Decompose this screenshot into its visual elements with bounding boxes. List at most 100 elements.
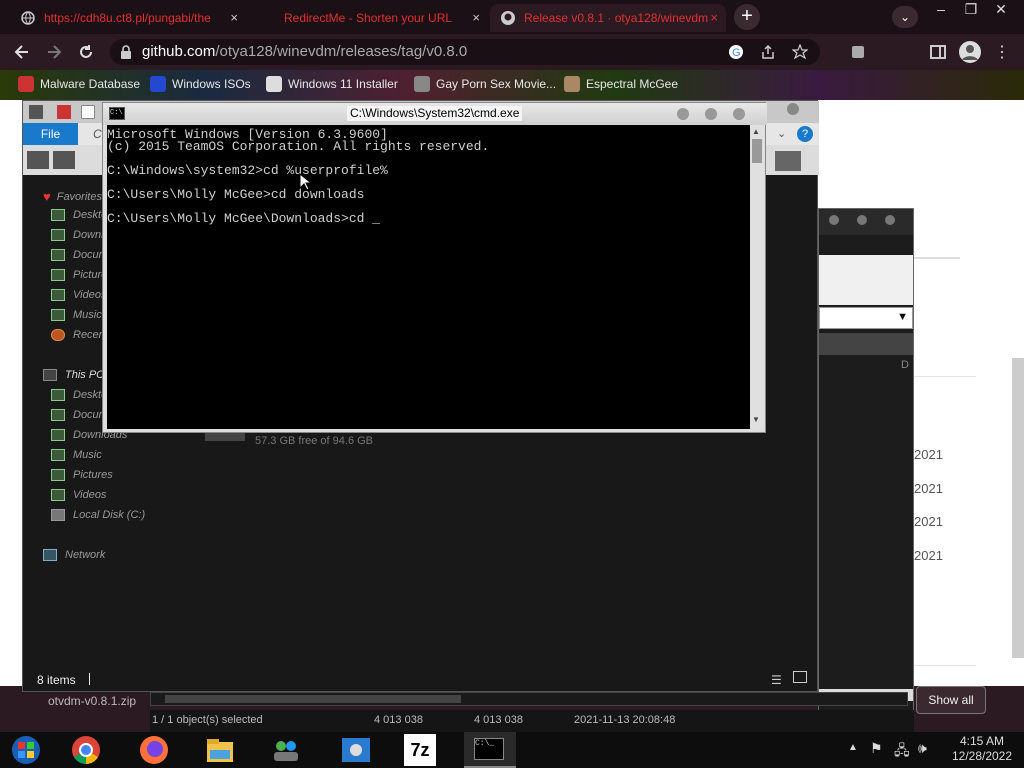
back-arrow-icon[interactable] bbox=[12, 42, 32, 62]
nav-pc-videos[interactable]: Videos bbox=[51, 489, 106, 501]
tab-close-icon[interactable]: × bbox=[472, 10, 480, 25]
address-bar[interactable]: github.com/otya128/winevdm/releases/tag/… bbox=[110, 39, 820, 65]
back-button-icon[interactable] bbox=[27, 151, 49, 169]
bookmark-espectral-mcgee[interactable]: Espectral McGee bbox=[564, 76, 678, 92]
nav-favorite-videos[interactable]: Videos bbox=[51, 289, 106, 301]
ribbon-tab-partial[interactable]: C bbox=[93, 127, 102, 141]
bookmark-gay-porn-sex-movie[interactable]: Gay Porn Sex Movie... bbox=[414, 76, 556, 92]
control-panel-icon[interactable] bbox=[340, 734, 372, 766]
bookmark-label: Espectral McGee bbox=[586, 77, 679, 91]
window-dot-icon[interactable] bbox=[787, 103, 799, 115]
window-dot-icon[interactable] bbox=[885, 215, 895, 225]
bookmark-star-icon[interactable] bbox=[792, 44, 808, 60]
cmd-scrollbar[interactable]: ▲ ▼ bbox=[750, 125, 764, 429]
search-icon[interactable] bbox=[775, 151, 801, 171]
close-dot-icon[interactable] bbox=[733, 108, 745, 120]
help-icon[interactable]: ? bbox=[797, 126, 813, 142]
secondary-window-title bbox=[819, 209, 913, 235]
menu-kebab-icon[interactable]: ⋮ bbox=[994, 42, 1010, 62]
nav-label: Videos bbox=[73, 489, 107, 501]
minimize-dot-icon[interactable] bbox=[677, 108, 689, 120]
bookmark-malware-database[interactable]: Malware Database bbox=[18, 76, 140, 92]
nav-pc-music[interactable]: Music bbox=[51, 449, 102, 461]
chrome-icon[interactable] bbox=[70, 734, 102, 766]
downloads-icon bbox=[51, 429, 65, 441]
scrollbar-thumb[interactable] bbox=[752, 139, 762, 163]
tab-title: https://cdh8u.ct8.pl/pungabi/the bbox=[44, 11, 211, 25]
cmd-titlebar[interactable]: C:\ C:\Windows\System32\cmd.exe bbox=[103, 103, 767, 125]
scrollbar-thumb[interactable] bbox=[165, 695, 461, 703]
download-filename[interactable]: otvdm-v0.8.1.zip bbox=[48, 694, 136, 708]
tiles-view-icon[interactable] bbox=[793, 671, 807, 683]
tab-close-icon[interactable]: × bbox=[710, 10, 718, 25]
bookmark-windows-isos[interactable]: Windows ISOs bbox=[150, 76, 251, 92]
pictures-icon bbox=[51, 269, 65, 281]
network-tray-icon[interactable]: 🖧 bbox=[894, 740, 910, 764]
favorites-label: Favorites bbox=[56, 190, 102, 203]
nav-pc-pictures[interactable]: Pictures bbox=[51, 469, 113, 481]
cmd-window: C:\ C:\Windows\System32\cmd.exe Microsof… bbox=[102, 102, 767, 433]
chevron-down-icon: ▼ bbox=[897, 311, 908, 323]
nav-pc-local-disk[interactable]: Local Disk (C:) bbox=[51, 509, 145, 521]
reload-icon[interactable] bbox=[76, 42, 96, 62]
light-area bbox=[819, 255, 913, 305]
this-pc-label: This PC bbox=[65, 369, 105, 381]
new-folder-icon[interactable] bbox=[81, 105, 95, 119]
extensions-icon[interactable] bbox=[848, 42, 868, 62]
music-icon bbox=[51, 449, 65, 461]
bookmark-label: Windows 11 Installer bbox=[288, 77, 398, 91]
details-view-icon[interactable]: ☰ bbox=[771, 673, 782, 687]
nav-favorite-music[interactable]: Music bbox=[51, 309, 102, 321]
scrollbar-thumb[interactable] bbox=[1012, 358, 1024, 658]
favorites-header[interactable]: ♥ Favorites bbox=[43, 189, 102, 204]
firefox-icon[interactable] bbox=[138, 734, 170, 766]
flag-icon[interactable]: ⚑ bbox=[870, 740, 883, 757]
console-line: C:\Users\Molly McGee>cd downloads bbox=[107, 187, 365, 202]
this-pc-header[interactable]: This PC bbox=[43, 369, 104, 381]
share-icon[interactable] bbox=[760, 44, 776, 60]
clock[interactable]: 4:15 AM 12/28/2022 bbox=[944, 734, 1020, 764]
network-people-icon[interactable] bbox=[270, 734, 302, 766]
taskbar-cmd-active[interactable]: C:\_ bbox=[464, 732, 516, 768]
restore-button[interactable]: ❐ bbox=[954, 0, 988, 20]
forward-button-icon[interactable] bbox=[53, 151, 75, 169]
column-letter: D bbox=[901, 359, 909, 371]
show-all-button[interactable]: Show all bbox=[916, 686, 986, 714]
network-header[interactable]: Network bbox=[43, 549, 105, 561]
downloads-icon bbox=[51, 229, 65, 241]
clock-time: 4:15 AM bbox=[959, 734, 1005, 748]
seven-zip-icon[interactable]: 7z bbox=[404, 734, 436, 766]
volume-icon[interactable]: 🕪 bbox=[918, 740, 927, 757]
scroll-up-icon[interactable]: ▲ bbox=[752, 127, 760, 136]
chevron-down-icon[interactable]: ⌄ bbox=[777, 127, 786, 140]
tab-redirectme[interactable]: RedirectMe - Shorten your URL × bbox=[254, 4, 488, 32]
horizontal-scrollbar[interactable] bbox=[150, 692, 908, 706]
console-output[interactable]: Microsoft Windows [Version 6.3.9600] (c) … bbox=[107, 125, 750, 429]
bookmark-label: Gay Porn Sex Movie... bbox=[436, 77, 557, 91]
bookmark-windows-11-installer[interactable]: Windows 11 Installer bbox=[266, 76, 398, 92]
sidepanel-icon[interactable] bbox=[928, 42, 948, 62]
maximize-dot-icon[interactable] bbox=[705, 108, 717, 120]
url-path: /otya128/winevdm/releases/tag/v0.8.0 bbox=[215, 43, 468, 60]
window-dot-icon[interactable] bbox=[857, 215, 867, 225]
forward-arrow-icon[interactable] bbox=[44, 42, 64, 62]
start-orb-icon[interactable] bbox=[10, 734, 42, 766]
window-dot-icon[interactable] bbox=[829, 215, 839, 225]
close-window-button[interactable]: ✕ bbox=[984, 0, 1018, 20]
file-explorer-icon[interactable] bbox=[204, 734, 236, 766]
tab-search-button[interactable]: ⌄ bbox=[892, 6, 918, 28]
profile-avatar-icon[interactable] bbox=[958, 40, 982, 64]
show-hidden-icons-icon[interactable]: ▲ bbox=[848, 742, 858, 753]
tab-pungabi[interactable]: https://cdh8u.ct8.pl/pungabi/the × bbox=[10, 4, 246, 32]
tab-release[interactable]: Release v0.8.1 · otya128/winevdm × bbox=[490, 4, 726, 32]
new-tab-button[interactable]: + bbox=[734, 4, 760, 30]
network-label: Network bbox=[65, 549, 106, 561]
properties-icon[interactable] bbox=[57, 105, 71, 119]
minimize-button[interactable]: – bbox=[924, 0, 958, 20]
dropdown[interactable]: ▼ bbox=[819, 307, 913, 329]
file-tab[interactable]: File bbox=[23, 123, 78, 145]
google-icon[interactable]: G bbox=[728, 44, 744, 60]
console-line-prompt: C:\Users\Molly McGee\Downloads>cd _ bbox=[107, 211, 381, 226]
tab-close-icon[interactable]: × bbox=[230, 10, 238, 25]
scroll-down-icon[interactable]: ▼ bbox=[752, 415, 760, 424]
